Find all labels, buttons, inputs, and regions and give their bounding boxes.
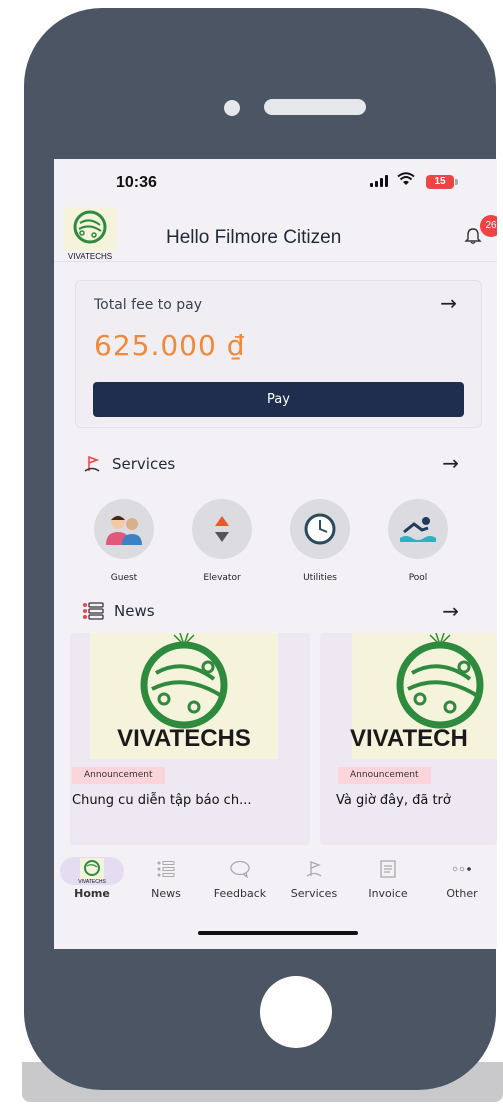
- tab-logo-text: VIVATECHS: [78, 879, 106, 885]
- tab-services[interactable]: Services: [280, 857, 348, 900]
- battery-icon: 15: [426, 175, 454, 189]
- vivatechs-logo: VIVATECHS: [60, 207, 120, 261]
- pay-button[interactable]: Pay: [93, 382, 464, 417]
- list-icon: [83, 602, 104, 620]
- news-image: VIVATECH: [350, 633, 497, 759]
- news-tag: Announcement: [338, 767, 431, 784]
- swimmer-icon: [388, 499, 448, 559]
- service-label: Elevator: [203, 573, 241, 583]
- home-indicator: [198, 931, 358, 935]
- app-screen: 10:36 15 VIVATECHS Hello Filmore Citizen: [54, 159, 497, 949]
- service-label: Pool: [408, 573, 428, 583]
- logo-text: VIVATECHS: [67, 252, 113, 261]
- fee-label: Total fee to pay: [94, 297, 203, 313]
- chat-bubble-icon: [206, 857, 274, 881]
- flag-icon: [280, 857, 348, 881]
- bottom-tab-bar: VIVATECHS Home News Feedback Services In…: [54, 857, 497, 907]
- services-title: Services: [112, 455, 176, 473]
- tab-label: Services: [290, 887, 338, 900]
- service-label: Guest: [110, 573, 138, 583]
- vivatechs-logo-icon: [58, 857, 126, 881]
- clock-icon: [290, 499, 350, 559]
- elevator-icon: [192, 499, 252, 559]
- news-image: VIVATECHS: [90, 633, 278, 759]
- service-guest[interactable]: Guest: [82, 499, 166, 583]
- status-time: 10:36: [116, 174, 157, 191]
- service-label: Utilities: [303, 573, 337, 583]
- services-arrow-icon[interactable]: →: [442, 451, 459, 475]
- tab-label: Home: [74, 887, 110, 900]
- news-headline: Và giờ đây, đã trở: [336, 793, 451, 808]
- app-header: VIVATECHS Hello Filmore Citizen 26: [54, 203, 497, 262]
- tab-label: Feedback: [213, 887, 267, 900]
- vivatechs-globe-icon: [396, 633, 484, 729]
- flag-icon: [84, 455, 100, 472]
- service-utilities[interactable]: Utilities: [278, 499, 362, 583]
- tab-invoice[interactable]: Invoice: [354, 857, 422, 900]
- tab-news[interactable]: News: [132, 857, 200, 900]
- invoice-icon: [354, 857, 422, 881]
- logo-globe-icon: [64, 207, 116, 251]
- tab-label: Other: [446, 887, 478, 900]
- tab-label: News: [151, 887, 181, 900]
- guest-icon: [94, 499, 154, 559]
- greeting-title: Hello Filmore Citizen: [166, 227, 342, 248]
- services-header: Services: [82, 454, 175, 474]
- service-elevator[interactable]: Elevator: [180, 499, 264, 583]
- news-header: News: [82, 601, 155, 621]
- vivatechs-globe-icon: [140, 633, 228, 729]
- news-tag: Announcement: [72, 767, 165, 784]
- speaker-grille: [264, 99, 366, 115]
- news-image-text: VIVATECHS: [117, 725, 251, 752]
- tab-home[interactable]: VIVATECHS Home: [58, 857, 126, 900]
- home-hardware-button[interactable]: [260, 976, 332, 1048]
- news-title: News: [114, 602, 155, 620]
- fee-amount: 625.000 ₫: [94, 329, 246, 362]
- wifi-icon: [397, 172, 415, 190]
- battery-tip: [455, 179, 458, 185]
- tab-other[interactable]: Other: [428, 857, 496, 900]
- tab-feedback[interactable]: Feedback: [206, 857, 274, 900]
- fee-arrow-icon[interactable]: →: [440, 291, 457, 315]
- status-bar: 10:36 15: [54, 159, 497, 199]
- signal-icon: [370, 175, 390, 187]
- notification-badge: 26: [480, 215, 497, 237]
- list-icon: [132, 857, 200, 881]
- news-image-text: VIVATECH: [350, 725, 468, 752]
- front-camera: [224, 100, 240, 116]
- news-arrow-icon[interactable]: →: [442, 599, 459, 623]
- fee-card: Total fee to pay → 625.000 ₫ Pay: [75, 280, 482, 428]
- tab-label: Invoice: [368, 887, 408, 900]
- more-dots-icon: [428, 857, 496, 881]
- service-pool[interactable]: Pool: [376, 499, 460, 583]
- news-card[interactable]: VIVATECHS Announcement Chung cu diễn tập…: [70, 633, 310, 845]
- news-card[interactable]: VIVATECH Announcement Và giờ đây, đã trở: [320, 633, 497, 845]
- news-headline: Chung cu diễn tập báo ch...: [72, 793, 252, 808]
